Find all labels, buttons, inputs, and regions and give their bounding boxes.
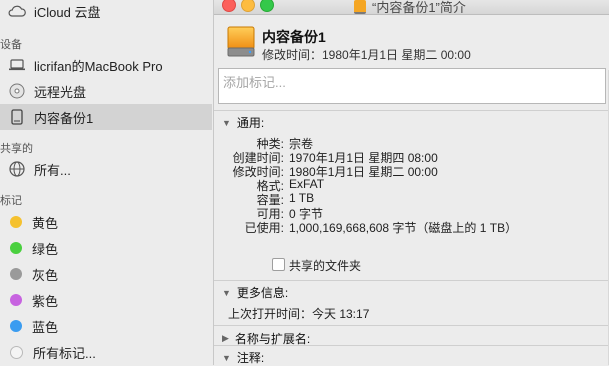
- sidebar-item-shared-all[interactable]: 所有...: [0, 156, 212, 182]
- section-more-info-toggle[interactable]: ▼ 更多信息:: [222, 284, 288, 301]
- tags-placeholder: 添加标记...: [223, 75, 286, 90]
- sidebar-item-remote-disc[interactable]: 远程光盘: [0, 78, 212, 104]
- divider: [214, 325, 609, 326]
- cloud-icon: [8, 2, 26, 20]
- sidebar-item-label: licrifan的MacBook Pro: [34, 58, 163, 74]
- section-notes-header: 注释:: [236, 351, 265, 365]
- tag-dot-icon: [10, 242, 22, 254]
- divider: [214, 345, 609, 346]
- minimize-button[interactable]: [241, 0, 255, 12]
- zoom-button[interactable]: [260, 0, 274, 12]
- sidebar-item-label: 蓝色: [32, 319, 59, 335]
- sidebar-item-label: 绿色: [32, 241, 59, 257]
- sidebar-item-label: 灰色: [32, 267, 59, 283]
- tag-dot-icon: [10, 268, 22, 280]
- info-value: ExFAT: [289, 177, 325, 191]
- disclosure-open-icon: ▼: [222, 352, 231, 363]
- section-notes-toggle[interactable]: ▼ 注释:: [222, 349, 264, 366]
- info-row-available: 可用: 0 字节: [214, 205, 609, 221]
- sidebar-section-shared: 共享的: [0, 143, 33, 155]
- close-button[interactable]: [222, 0, 236, 12]
- info-row-used: 已使用: 1,000,169,668,608 字节（磁盘上的 1 TB）: [214, 219, 609, 235]
- disc-icon: [8, 82, 26, 100]
- tags-input[interactable]: 添加标记...: [218, 68, 606, 104]
- external-drive-icon: [227, 26, 255, 57]
- section-more-info-header: 更多信息:: [236, 286, 289, 300]
- globe-icon: [8, 160, 26, 178]
- sidebar-item-backup-drive[interactable]: 内容备份1: [0, 104, 212, 130]
- sidebar-tag-all[interactable]: 所有标记...: [0, 339, 212, 365]
- sidebar-tag-yellow[interactable]: 黄色: [0, 209, 212, 235]
- sidebar-item-label: 远程光盘: [34, 84, 87, 100]
- disclosure-open-icon: ▼: [222, 117, 231, 128]
- sidebar-item-label: 黄色: [32, 215, 59, 231]
- sidebar-tag-gray[interactable]: 灰色: [0, 261, 212, 287]
- drive-icon: [354, 0, 366, 14]
- info-key: 已使用:: [244, 221, 284, 235]
- sidebar-item-label: iCloud 云盘: [34, 4, 101, 20]
- title-bar[interactable]: “内容备份1”简介: [214, 0, 609, 15]
- sidebar-item-label: 所有...: [34, 162, 71, 178]
- sidebar-item-label: 紫色: [32, 293, 59, 309]
- info-row-format: 格式: ExFAT: [214, 177, 609, 193]
- sidebar-section-tags: 标记: [0, 195, 22, 207]
- window-title-text: “内容备份1”简介: [372, 0, 466, 15]
- sidebar-item-label: 所有标记...: [33, 345, 96, 361]
- divider: [214, 110, 609, 111]
- window-title: “内容备份1”简介: [354, 0, 466, 15]
- sidebar-item-macbook[interactable]: licrifan的MacBook Pro: [0, 52, 212, 78]
- info-value: 1 TB: [289, 191, 315, 205]
- info-row-created: 创建时间: 1970年1月1日 星期四 08:00: [214, 149, 609, 165]
- laptop-icon: [8, 56, 26, 74]
- sidebar-item-icloud[interactable]: iCloud 云盘: [0, 0, 212, 24]
- get-info-window: “内容备份1”简介 内容备份1 修改时间：1980年1月1日 星期二 00:00…: [213, 0, 609, 365]
- disclosure-closed-icon: ▶: [222, 333, 229, 343]
- tag-dot-icon: [10, 216, 22, 228]
- tag-dot-icon: [10, 294, 22, 306]
- info-row-capacity: 容量: 1 TB: [214, 191, 609, 207]
- item-modified: 修改时间：1980年1月1日 星期二 00:00: [262, 48, 471, 62]
- info-value: 1,000,169,668,608 字节（磁盘上的 1 TB）: [289, 221, 518, 235]
- finder-sidebar: iCloud 云盘 设备 licrifan的MacBook Pro 远程光盘 内…: [0, 0, 212, 365]
- info-row-modified: 修改时间: 1980年1月1日 星期二 00:00: [214, 163, 609, 179]
- sidebar-section-devices: 设备: [0, 39, 22, 51]
- sidebar-item-label: 内容备份1: [34, 110, 94, 126]
- sidebar-tag-blue[interactable]: 蓝色: [0, 313, 212, 339]
- shared-folder-checkbox[interactable]: [272, 258, 285, 271]
- item-name: 内容备份1: [262, 29, 326, 45]
- tag-empty-icon: [10, 345, 23, 359]
- disclosure-open-icon: ▼: [222, 287, 231, 298]
- last-opened: 上次打开时间：今天 13:17: [228, 307, 370, 321]
- tag-dot-icon: [10, 320, 22, 332]
- info-row-kind: 种类: 宗卷: [214, 135, 609, 151]
- sidebar-tag-purple[interactable]: 紫色: [0, 287, 212, 313]
- sidebar-tag-green[interactable]: 绿色: [0, 235, 212, 261]
- shared-folder-label: 共享的文件夹: [289, 259, 362, 273]
- divider: [214, 280, 609, 281]
- section-general-header: 通用:: [236, 116, 265, 130]
- section-general-toggle[interactable]: ▼ 通用:: [222, 114, 264, 131]
- external-drive-icon: [8, 108, 26, 126]
